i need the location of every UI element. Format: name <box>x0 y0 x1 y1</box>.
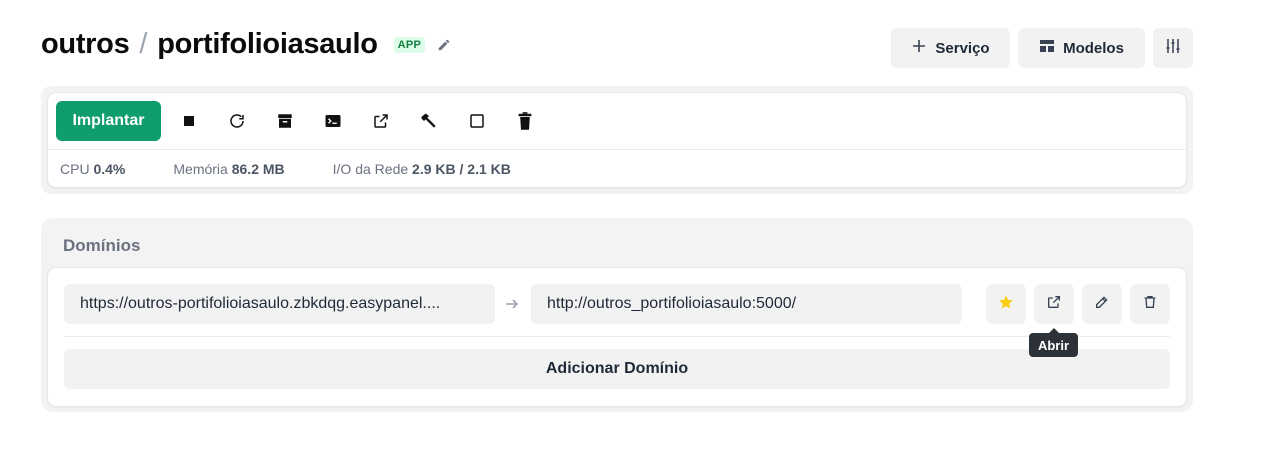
service-stats: CPU 0.4% Memória 86.2 MB I/O da Rede 2.9… <box>60 161 559 177</box>
external-link-icon <box>1046 294 1062 315</box>
domains-card: https://outros-portifolioiasaulo.zbkdqg.… <box>48 268 1186 406</box>
plus-icon <box>911 38 927 58</box>
domains-title: Domínios <box>63 236 141 255</box>
add-service-button[interactable]: Serviço <box>891 28 1010 68</box>
restart-icon[interactable] <box>223 107 251 135</box>
templates-button[interactable]: Modelos <box>1018 28 1145 68</box>
network-label: I/O da Rede <box>332 161 409 177</box>
arrow-right-icon <box>504 296 520 317</box>
open-domain-button[interactable] <box>1034 284 1074 324</box>
stop-icon[interactable] <box>175 107 203 135</box>
square-icon[interactable] <box>463 107 491 135</box>
cpu-label: CPU <box>60 161 90 177</box>
add-domain-button[interactable]: Adicionar Domínio <box>64 349 1170 389</box>
page-title: outros / portifolioiasaulo APP <box>41 28 451 61</box>
template-icon <box>1039 38 1055 58</box>
memory-value: 86.2 MB <box>231 161 285 177</box>
project-name[interactable]: outros <box>41 28 130 61</box>
primary-domain-button[interactable] <box>986 284 1026 324</box>
pencil-icon <box>1094 294 1110 315</box>
delete-domain-button[interactable] <box>1130 284 1170 324</box>
edit-domain-button[interactable] <box>1082 284 1122 324</box>
deploy-button[interactable]: Implantar <box>56 101 161 141</box>
memory-label: Memória <box>173 161 228 177</box>
network-stat: I/O da Rede 2.9 KB / 2.1 KB <box>333 161 511 177</box>
service-actions-card: Implantar CPU 0.4% Memória 86.2 MB I/O d… <box>48 93 1186 187</box>
memory-stat: Memória 86.2 MB <box>173 161 284 177</box>
templates-label: Modelos <box>1063 39 1124 57</box>
app-badge: APP <box>393 36 426 53</box>
network-value: 2.9 KB / 2.1 KB <box>412 161 511 177</box>
trash-icon[interactable] <box>511 107 539 135</box>
sliders-icon <box>1164 37 1182 59</box>
terminal-icon[interactable] <box>319 107 347 135</box>
toolbar-divider <box>48 149 1186 150</box>
trash-icon <box>1142 294 1158 315</box>
add-service-label: Serviço <box>935 39 990 57</box>
breadcrumb-separator: / <box>139 28 148 60</box>
external-link-icon[interactable] <box>367 107 395 135</box>
star-icon <box>998 294 1014 315</box>
edit-title-icon[interactable] <box>437 38 451 52</box>
archive-icon[interactable] <box>271 107 299 135</box>
cpu-value: 0.4% <box>93 161 126 177</box>
service-name: portifolioiasaulo <box>157 28 378 60</box>
domains-divider <box>64 336 1170 337</box>
domain-source-field[interactable]: https://outros-portifolioiasaulo.zbkdqg.… <box>64 284 495 324</box>
build-hammer-icon[interactable] <box>415 107 443 135</box>
domain-destination-field[interactable]: http://outros_portifolioiasaulo:5000/ <box>531 284 962 324</box>
cpu-stat: CPU 0.4% <box>60 161 125 177</box>
open-tooltip: Abrir <box>1029 328 1078 357</box>
settings-adjust-button[interactable] <box>1153 28 1193 68</box>
